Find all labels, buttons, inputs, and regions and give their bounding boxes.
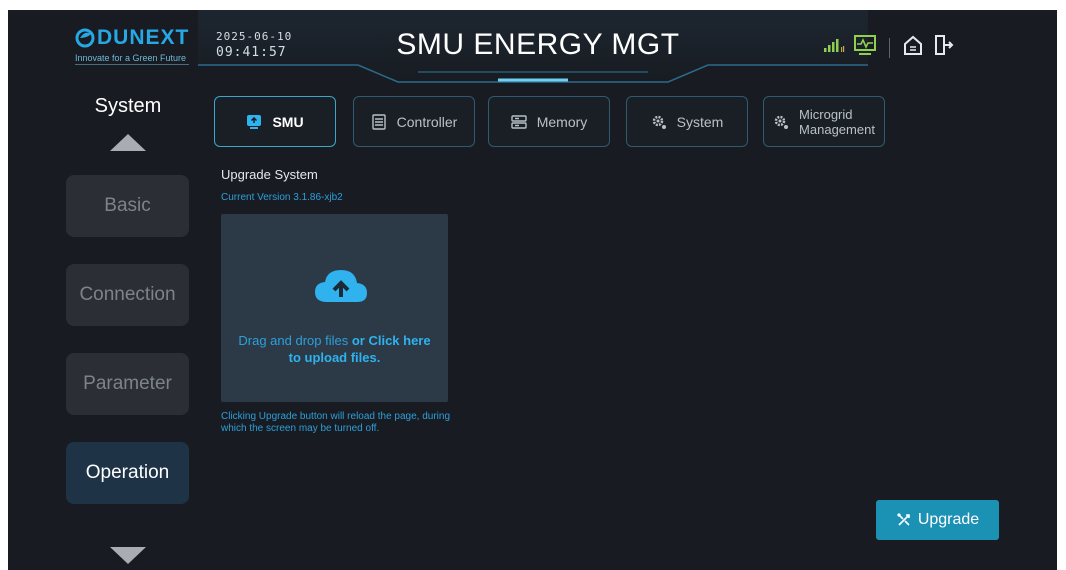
tab-system[interactable]: System xyxy=(626,96,748,147)
date-text: 2025-06-10 xyxy=(216,30,293,43)
tab-memory[interactable]: Memory xyxy=(488,96,610,147)
click-here-link[interactable]: or Click here xyxy=(352,333,431,348)
gears-icon xyxy=(774,115,789,129)
drop-text: Drag and drop files xyxy=(238,333,352,348)
tab-microgrid-management[interactable]: Microgrid Management xyxy=(763,96,885,147)
upgrade-note: Clicking Upgrade button will reload the … xyxy=(221,411,451,434)
tab-smu[interactable]: SMU xyxy=(214,96,336,147)
tab-label: Microgrid Management xyxy=(799,107,875,137)
slogan: Innovate for a Green Future xyxy=(75,53,190,65)
time-text: 09:41:57 xyxy=(216,45,287,60)
tab-label-line1: Microgrid xyxy=(799,106,853,122)
monitor-icon[interactable] xyxy=(853,34,877,61)
sidebar-item-parameter[interactable]: Parameter xyxy=(66,353,189,415)
upgrade-button-label: Upgrade xyxy=(917,511,980,528)
leaf-logo-icon xyxy=(75,28,95,48)
logout-icon[interactable] xyxy=(932,34,954,61)
app-frame: DUNEXT Innovate for a Green Future 2025-… xyxy=(8,10,1057,570)
header-separator xyxy=(889,37,890,58)
scroll-up-arrow-icon[interactable] xyxy=(110,134,146,151)
scroll-down-arrow-icon[interactable] xyxy=(110,547,146,564)
cloud-upload-icon xyxy=(315,270,367,302)
sidebar-title: System xyxy=(94,95,162,117)
controller-icon xyxy=(371,113,386,130)
tab-label: Controller xyxy=(396,113,458,130)
sidebar-item-connection[interactable]: Connection xyxy=(66,264,189,326)
smu-icon xyxy=(247,114,262,129)
brand-logo: DUNEXT xyxy=(75,26,189,50)
gear-icon xyxy=(652,115,666,129)
tab-label: Memory xyxy=(536,113,588,130)
header-icons xyxy=(823,34,954,61)
sidebar-item-operation[interactable]: Operation xyxy=(66,442,189,504)
sidebar-item-label: Operation xyxy=(85,462,170,483)
sidebar-item-label: Connection xyxy=(79,284,176,305)
sidebar-item-basic[interactable]: Basic xyxy=(66,175,189,237)
tab-controller[interactable]: Controller xyxy=(353,96,475,147)
file-drop-zone[interactable]: Drag and drop files or Click here to upl… xyxy=(221,214,448,402)
logo: DUNEXT Innovate for a Green Future xyxy=(75,26,190,65)
sidebar-item-label: Basic xyxy=(104,195,151,216)
tab-label: System xyxy=(676,113,724,130)
datetime: 2025-06-10 09:41:57 xyxy=(216,30,292,62)
tools-icon xyxy=(897,513,910,526)
drop-text-2[interactable]: to upload files. xyxy=(289,350,381,365)
home-icon[interactable] xyxy=(902,34,924,61)
tab-label: SMU xyxy=(272,113,304,130)
signal-icon xyxy=(823,37,845,58)
sidebar-item-label: Parameter xyxy=(83,373,172,394)
app-title: SMU ENERGY MGT xyxy=(396,28,680,61)
upgrade-button[interactable]: Upgrade xyxy=(876,500,999,540)
memory-icon xyxy=(511,114,527,129)
upgrade-title: Upgrade System xyxy=(221,167,318,182)
tab-label-line2: Management xyxy=(799,121,875,137)
current-version: Current Version 3.1.86-xjb2 xyxy=(221,192,343,203)
header: DUNEXT Innovate for a Green Future 2025-… xyxy=(8,10,1057,85)
logo-text: DUNEXT xyxy=(97,26,190,49)
drop-instructions: Drag and drop files or Click here to upl… xyxy=(221,332,448,366)
